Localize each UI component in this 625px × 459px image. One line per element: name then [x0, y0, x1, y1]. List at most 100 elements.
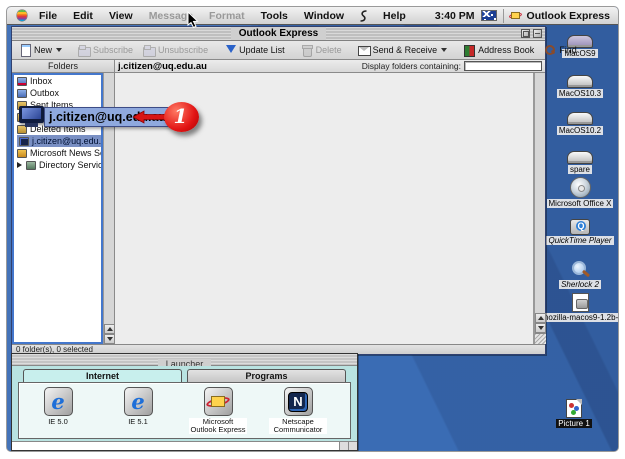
desktop-icon-quicktime[interactable]: QuickTime Player	[542, 219, 618, 245]
folder-row-news-server[interactable]: Microsoft News Server	[14, 147, 101, 159]
folder-row-directory-services[interactable]: Directory Services	[14, 159, 101, 171]
unsubscribe-icon	[143, 44, 155, 56]
desktop-icon-mozilla[interactable]: mozilla-macos9-1.2b-	[542, 293, 618, 322]
folder-row-outbox[interactable]: Outbox	[14, 87, 101, 99]
menu-clock[interactable]: 3:40 PM	[435, 10, 475, 22]
netscape-button[interactable]: N	[284, 387, 313, 416]
apple-menu-icon[interactable]	[17, 10, 27, 21]
internet-explorer-icon: e	[51, 392, 64, 412]
launcher-title-bar[interactable]: Launcher	[12, 354, 357, 366]
disk-image-icon	[572, 293, 589, 312]
menu-help[interactable]: Help	[375, 10, 414, 22]
filter-input[interactable]	[464, 61, 542, 71]
mouse-cursor	[186, 11, 199, 29]
desktop-icon-spare[interactable]: spare	[542, 151, 618, 174]
menu-window[interactable]: Window	[296, 10, 352, 22]
menu-format: Format	[201, 10, 253, 22]
menu-tools[interactable]: Tools	[253, 10, 296, 22]
launcher-icon-panel: e IE 5.0 e IE 5.1 Microsoft Outlook Expr…	[18, 382, 351, 439]
outlook-express-button[interactable]	[204, 387, 233, 416]
folder-row-drafts[interactable]: Drafts	[14, 111, 101, 123]
ie50-button[interactable]: e	[44, 387, 73, 416]
desktop-icon-macos10-2[interactable]: MacOS10.2	[542, 112, 618, 135]
cd-icon	[570, 177, 591, 198]
disk-icon	[567, 112, 593, 125]
disk-icon	[567, 151, 593, 164]
delete-icon	[301, 44, 313, 56]
desktop-icon-office-x[interactable]: Microsoft Office X	[542, 177, 618, 208]
folders-scrollbar[interactable]	[103, 73, 114, 344]
folder-row-account-selected[interactable]: j.citizen@uq.edu.au	[14, 135, 101, 147]
menu-file[interactable]: File	[31, 10, 65, 22]
outlook-express-icon	[208, 394, 228, 410]
drafts-icon	[17, 113, 27, 122]
empty-folder-canvas[interactable]	[115, 73, 534, 344]
menu-view[interactable]: View	[101, 10, 141, 22]
address-book-button[interactable]: Address Book	[459, 43, 538, 57]
desktop-icon-label: mozilla-macos9-1.2b-	[540, 313, 619, 322]
desktop-icon-label: spare	[568, 165, 592, 174]
desktop-icon-column: MacOS9 MacOS10.3 MacOS10.2 spare Microso…	[542, 31, 618, 351]
outlook-express-app-icon[interactable]	[510, 10, 521, 21]
tab-internet[interactable]: Internet	[23, 369, 182, 382]
filter-label: Display folders containing:	[362, 61, 461, 71]
menu-bar: File Edit View Message Format Tools Wind…	[7, 7, 618, 25]
folder-display-area[interactable]	[115, 73, 545, 344]
address-book-icon	[463, 44, 475, 56]
unsubscribe-button: Unsubscribe	[139, 43, 212, 57]
menu-edit[interactable]: Edit	[65, 10, 101, 22]
disk-icon	[567, 75, 593, 88]
disclosure-triangle-icon[interactable]	[17, 162, 22, 168]
scroll-up-button[interactable]	[104, 324, 115, 334]
collapse-box-button[interactable]	[533, 29, 542, 38]
window-title-bar[interactable]: Outlook Express	[12, 27, 545, 41]
launcher-item-ie50: e IE 5.0	[29, 387, 87, 426]
quicktime-icon	[570, 219, 590, 235]
scroll-right-button[interactable]	[348, 442, 357, 450]
script-menu-icon[interactable]	[358, 10, 369, 22]
update-list-icon	[224, 44, 236, 56]
scroll-up-button[interactable]	[535, 313, 546, 323]
magnifier-icon	[570, 261, 590, 279]
launcher-item-ie51: e IE 5.1	[109, 387, 167, 426]
folder-row-inbox[interactable]: Inbox	[14, 75, 101, 87]
desktop-icon-label: MacOS10.3	[557, 89, 603, 98]
find-button[interactable]: Find	[540, 43, 581, 57]
folders-column-header[interactable]: Folders	[12, 60, 114, 73]
scroll-down-button[interactable]	[535, 323, 546, 333]
desktop-icon-macos10-3[interactable]: MacOS10.3	[542, 75, 618, 98]
resize-grip[interactable]	[535, 333, 546, 344]
main-scrollbar[interactable]	[534, 73, 545, 344]
outlook-express-window: Outlook Express New Subscribe	[11, 26, 546, 355]
zoom-box-button[interactable]	[521, 29, 530, 38]
new-button[interactable]: New	[15, 43, 66, 57]
desktop-icon-label: Sherlock 2	[559, 280, 601, 289]
folder-row-sent-items[interactable]: Sent Items	[14, 99, 101, 111]
launcher-body: Internet Programs e IE 5.0 e IE 5.1	[12, 366, 357, 441]
window-title: Outlook Express	[231, 27, 326, 40]
outbox-icon	[17, 89, 27, 98]
folder-row-deleted-items[interactable]: Deleted Items	[14, 123, 101, 135]
desktop-icon-label: Microsoft Office X	[547, 199, 614, 208]
inbox-icon	[17, 77, 27, 86]
launcher-window: Launcher Internet Programs e IE 5.0 e IE…	[11, 353, 358, 451]
menu-divider	[503, 9, 504, 23]
ie51-button[interactable]: e	[124, 387, 153, 416]
send-receive-button[interactable]: Send & Receive	[354, 43, 452, 57]
tab-programs[interactable]: Programs	[187, 369, 346, 382]
subscribe-button: Subscribe	[74, 43, 137, 57]
scroll-down-button[interactable]	[104, 334, 115, 344]
desktop-icon-label: QuickTime Player	[546, 236, 613, 245]
keyboard-flag-icon[interactable]	[481, 10, 497, 21]
internet-explorer-icon: e	[131, 392, 144, 412]
folder-list: Inbox Outbox Sent Items	[12, 73, 103, 344]
launcher-scrollbar[interactable]	[12, 441, 357, 450]
desktop-icon-label: Picture 1	[556, 419, 592, 428]
update-list-button[interactable]: Update List	[220, 43, 289, 57]
launcher-item-label: IE 5.0	[48, 418, 68, 426]
desktop-icon-picture1[interactable]: Picture 1	[544, 399, 604, 428]
active-app-name[interactable]: Outlook Express	[527, 10, 610, 22]
desktop-icon-sherlock[interactable]: Sherlock 2	[542, 261, 618, 289]
scroll-left-button[interactable]	[339, 442, 348, 450]
new-icon	[19, 44, 31, 56]
